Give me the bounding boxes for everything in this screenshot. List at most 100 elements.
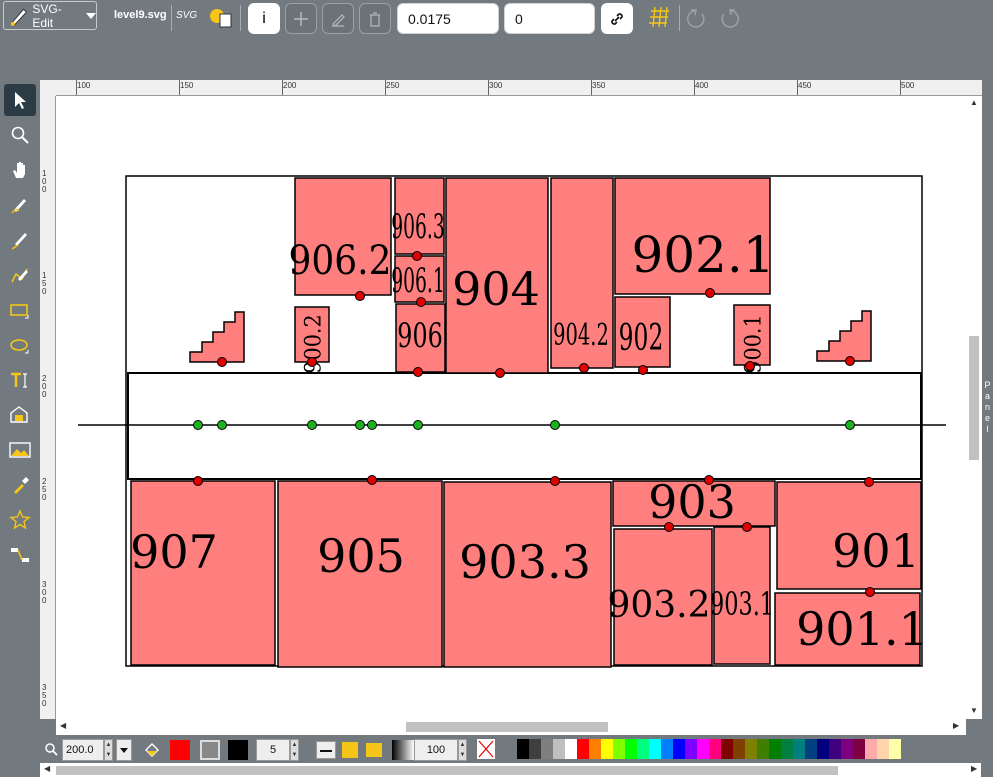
palette-swatch[interactable] bbox=[733, 739, 745, 759]
text-tool[interactable] bbox=[4, 364, 36, 396]
door-node-red[interactable] bbox=[193, 476, 203, 486]
room-label[interactable]: 902.1 bbox=[631, 226, 774, 284]
star-tool[interactable] bbox=[4, 504, 36, 536]
doc-properties-button[interactable] bbox=[208, 6, 234, 30]
corridor[interactable] bbox=[127, 372, 922, 480]
palette-swatch[interactable] bbox=[817, 739, 829, 759]
palette-swatch[interactable] bbox=[877, 739, 889, 759]
palette-swatch[interactable] bbox=[517, 739, 529, 759]
stroke-width-field[interactable]: 5 bbox=[256, 739, 290, 761]
palette-swatch[interactable] bbox=[865, 739, 877, 759]
palette-swatch[interactable] bbox=[805, 739, 817, 759]
palette-swatch[interactable] bbox=[625, 739, 637, 759]
palette-swatch[interactable] bbox=[721, 739, 733, 759]
room-label[interactable]: 902 bbox=[619, 318, 664, 360]
door-node-red[interactable] bbox=[579, 363, 589, 373]
door-node-red[interactable] bbox=[742, 522, 752, 532]
scroll-left-arrow-icon[interactable]: ◀ bbox=[60, 721, 66, 730]
pan-tool[interactable] bbox=[4, 154, 36, 186]
scroll-up-arrow-icon[interactable]: ▲ bbox=[970, 98, 978, 107]
room-label[interactable]: 903.3 bbox=[459, 535, 591, 589]
room-label[interactable]: 906 bbox=[397, 316, 442, 355]
info-button[interactable]: i bbox=[248, 3, 280, 34]
palette-swatch[interactable] bbox=[757, 739, 769, 759]
side-panel-toggle[interactable]: Panel bbox=[982, 380, 993, 435]
stroke-width-stepper[interactable]: ▲ ▼ bbox=[290, 739, 299, 761]
room-label[interactable]: 901 bbox=[832, 524, 920, 578]
no-color-swatch[interactable] bbox=[477, 739, 495, 759]
delete-button[interactable] bbox=[359, 3, 391, 34]
grid-button[interactable] bbox=[647, 5, 673, 31]
zoom-dropdown[interactable] bbox=[116, 739, 132, 761]
svg-canvas[interactable]: 906.2 906.3 906.1 906 904 904.2 902.1 902 900.2 9… bbox=[56, 96, 966, 719]
palette-swatch[interactable] bbox=[589, 739, 601, 759]
select-tool[interactable] bbox=[4, 84, 36, 116]
door-node-red[interactable] bbox=[664, 522, 674, 532]
linejoin-button[interactable] bbox=[342, 742, 358, 758]
svg-export-button[interactable]: SVG bbox=[176, 10, 197, 21]
door-node-red[interactable] bbox=[495, 368, 505, 378]
palette-swatch[interactable] bbox=[649, 739, 661, 759]
path-node-green[interactable] bbox=[367, 420, 377, 430]
add-button[interactable] bbox=[285, 3, 317, 34]
room-label[interactable]: 901.1 bbox=[796, 602, 928, 656]
palette-swatch[interactable] bbox=[673, 739, 685, 759]
room-label[interactable]: 905 bbox=[317, 529, 405, 583]
path-node-green[interactable] bbox=[550, 420, 560, 430]
value-input[interactable]: 0 bbox=[504, 3, 595, 34]
room-label[interactable]: 904 bbox=[452, 262, 540, 316]
room-label[interactable]: 906.1 bbox=[391, 262, 445, 300]
stroke-color-swatch[interactable] bbox=[228, 740, 248, 760]
scroll-down-arrow-icon[interactable]: ▼ bbox=[970, 706, 978, 715]
palette-swatch[interactable] bbox=[781, 739, 793, 759]
room-label[interactable]: 903 bbox=[648, 475, 736, 529]
door-node-red[interactable] bbox=[217, 357, 227, 367]
palette-swatch[interactable] bbox=[553, 739, 565, 759]
edit-button[interactable] bbox=[322, 3, 354, 34]
door-node-red[interactable] bbox=[416, 297, 426, 307]
palette-swatch[interactable] bbox=[637, 739, 649, 759]
path-node-green[interactable] bbox=[355, 420, 365, 430]
ellipse-tool[interactable] bbox=[4, 329, 36, 361]
door-node-red[interactable] bbox=[705, 288, 715, 298]
zoom-tool[interactable] bbox=[4, 119, 36, 151]
rect-tool[interactable] bbox=[4, 294, 36, 326]
floor-plan-drawing[interactable]: 906.2906.3906.1906904904.2902.1902900.2 9… bbox=[56, 96, 966, 719]
scroll-left-arrow-icon[interactable]: ◀ bbox=[44, 764, 50, 773]
palette-swatch[interactable] bbox=[661, 739, 673, 759]
zoom-stepper[interactable]: ▲ ▼ bbox=[104, 739, 113, 761]
opacity-input[interactable]: 100 bbox=[414, 739, 458, 761]
palette-swatch[interactable] bbox=[889, 739, 901, 759]
pencil-tool[interactable] bbox=[4, 189, 36, 221]
scroll-right-arrow-icon[interactable]: ▶ bbox=[971, 764, 977, 773]
palette-scroll-thumb[interactable] bbox=[56, 766, 838, 775]
door-node-red[interactable] bbox=[413, 367, 423, 377]
room-label[interactable]: 907 bbox=[130, 525, 218, 579]
room-label[interactable]: 906.2 bbox=[288, 237, 391, 283]
path-node-green[interactable] bbox=[307, 420, 317, 430]
door-node-red[interactable] bbox=[845, 356, 855, 366]
palette-swatch[interactable] bbox=[577, 739, 589, 759]
door-node-red[interactable] bbox=[745, 361, 755, 371]
palette-swatch[interactable] bbox=[565, 739, 577, 759]
door-node-red[interactable] bbox=[550, 476, 560, 486]
door-node-red[interactable] bbox=[865, 587, 875, 597]
door-node-red[interactable] bbox=[367, 475, 377, 485]
door-node-red[interactable] bbox=[864, 477, 874, 487]
line-tool[interactable] bbox=[4, 224, 36, 256]
palette-swatch[interactable] bbox=[601, 739, 613, 759]
palette-scrollbar[interactable]: ◀ ▶ bbox=[40, 763, 981, 777]
door-node-red[interactable] bbox=[412, 251, 422, 261]
redo-button[interactable] bbox=[716, 6, 740, 30]
vertical-scroll-thumb[interactable] bbox=[969, 336, 979, 460]
path-node-green[interactable] bbox=[845, 420, 855, 430]
palette-swatch[interactable] bbox=[745, 739, 757, 759]
stroke-style-button[interactable] bbox=[316, 741, 336, 759]
door-node-red[interactable] bbox=[355, 291, 365, 301]
palette-swatch[interactable] bbox=[853, 739, 865, 759]
image-tool[interactable] bbox=[4, 434, 36, 466]
door-node-red[interactable] bbox=[307, 357, 317, 367]
shapelib-tool[interactable] bbox=[4, 399, 36, 431]
main-menu-button[interactable]: SVG-Edit bbox=[3, 1, 97, 30]
horizontal-scroll-thumb[interactable] bbox=[406, 722, 608, 732]
